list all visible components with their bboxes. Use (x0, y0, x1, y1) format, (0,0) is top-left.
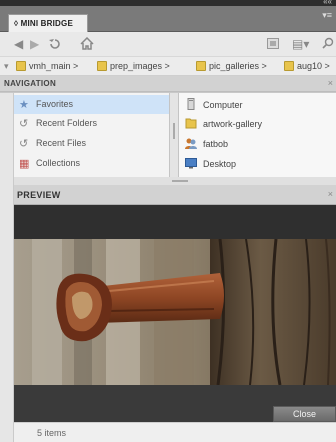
close-icon[interactable]: × (328, 189, 333, 199)
left-gutter (0, 93, 14, 442)
breadcrumb-item[interactable]: pic_galleries > (196, 61, 267, 71)
recent-folders-icon: ↺ (19, 118, 29, 130)
preview-image (14, 239, 336, 385)
preview-title: PREVIEW (17, 190, 61, 200)
breadcrumb-item[interactable]: vmh_main > (16, 61, 78, 71)
computer-icon (187, 98, 195, 110)
folder-icon (284, 61, 294, 71)
vertical-splitter[interactable] (169, 93, 179, 177)
folder-icon (97, 61, 107, 71)
nav-item-recent-files[interactable]: ↺ Recent Files (14, 134, 169, 153)
folder-icon (16, 61, 26, 71)
nav-item-collections[interactable]: ▦ Collections (14, 154, 169, 173)
nav-item-fatbob[interactable]: fatbob (179, 134, 336, 153)
nav-item-computer[interactable]: Computer (179, 95, 336, 114)
search-icon[interactable] (322, 37, 334, 52)
preview-header: PREVIEW × (14, 185, 336, 205)
navigation-favorites-list: ★ Favorites ↺ Recent Folders ↺ Recent Fi… (14, 93, 169, 177)
navigation-title: NAVIGATION (4, 79, 57, 88)
panel-tab-row: ◊ MINI BRIDGE ▾≡ (0, 6, 336, 32)
star-icon: ★ (19, 99, 29, 111)
panel-menu-icon[interactable]: ▾≡ (322, 10, 332, 21)
collections-icon: ▦ (19, 158, 30, 170)
recent-files-icon: ↺ (19, 138, 29, 150)
preview-footer: Close (14, 385, 336, 422)
list-icon[interactable]: ▤▾ (292, 37, 309, 51)
folder-icon (196, 61, 206, 71)
navigation-locations-list: Computer artwork-gallery fatbob Desktop (179, 93, 336, 177)
back-arrow-icon[interactable]: ◀ (14, 37, 23, 51)
close-icon[interactable]: × (328, 78, 333, 88)
status-bar: 5 items (14, 422, 336, 442)
recent-icon[interactable] (48, 37, 62, 54)
close-button[interactable]: Close (273, 406, 336, 422)
tab-mini-bridge[interactable]: ◊ MINI BRIDGE (8, 14, 88, 32)
user-icon (185, 138, 197, 149)
breadcrumb-item[interactable]: aug10 > (284, 61, 330, 71)
toolbar: ◀ ▶ ▤▾ (0, 32, 336, 56)
desktop-icon (185, 158, 197, 169)
nav-item-artwork-gallery[interactable]: artwork-gallery (179, 114, 336, 133)
horizontal-splitter[interactable] (14, 177, 336, 185)
breadcrumb-item[interactable]: prep_images > (97, 61, 170, 71)
folder-icon (185, 118, 197, 129)
breadcrumb: ▾ vmh_main > prep_images > pic_galleries… (0, 56, 336, 76)
forward-arrow-icon[interactable]: ▶ (30, 37, 39, 51)
view-icon[interactable] (267, 38, 279, 52)
items-count: 5 items (37, 428, 67, 438)
nav-item-recent-folders[interactable]: ↺ Recent Folders (14, 114, 169, 133)
nav-item-favorites[interactable]: ★ Favorites (14, 95, 169, 114)
path-dropdown-icon[interactable]: ▾ (4, 61, 9, 72)
nav-item-desktop[interactable]: Desktop (179, 154, 336, 173)
navigation-header: NAVIGATION × (0, 76, 336, 92)
preview-pane: Close (14, 205, 336, 422)
home-icon[interactable] (80, 36, 94, 53)
